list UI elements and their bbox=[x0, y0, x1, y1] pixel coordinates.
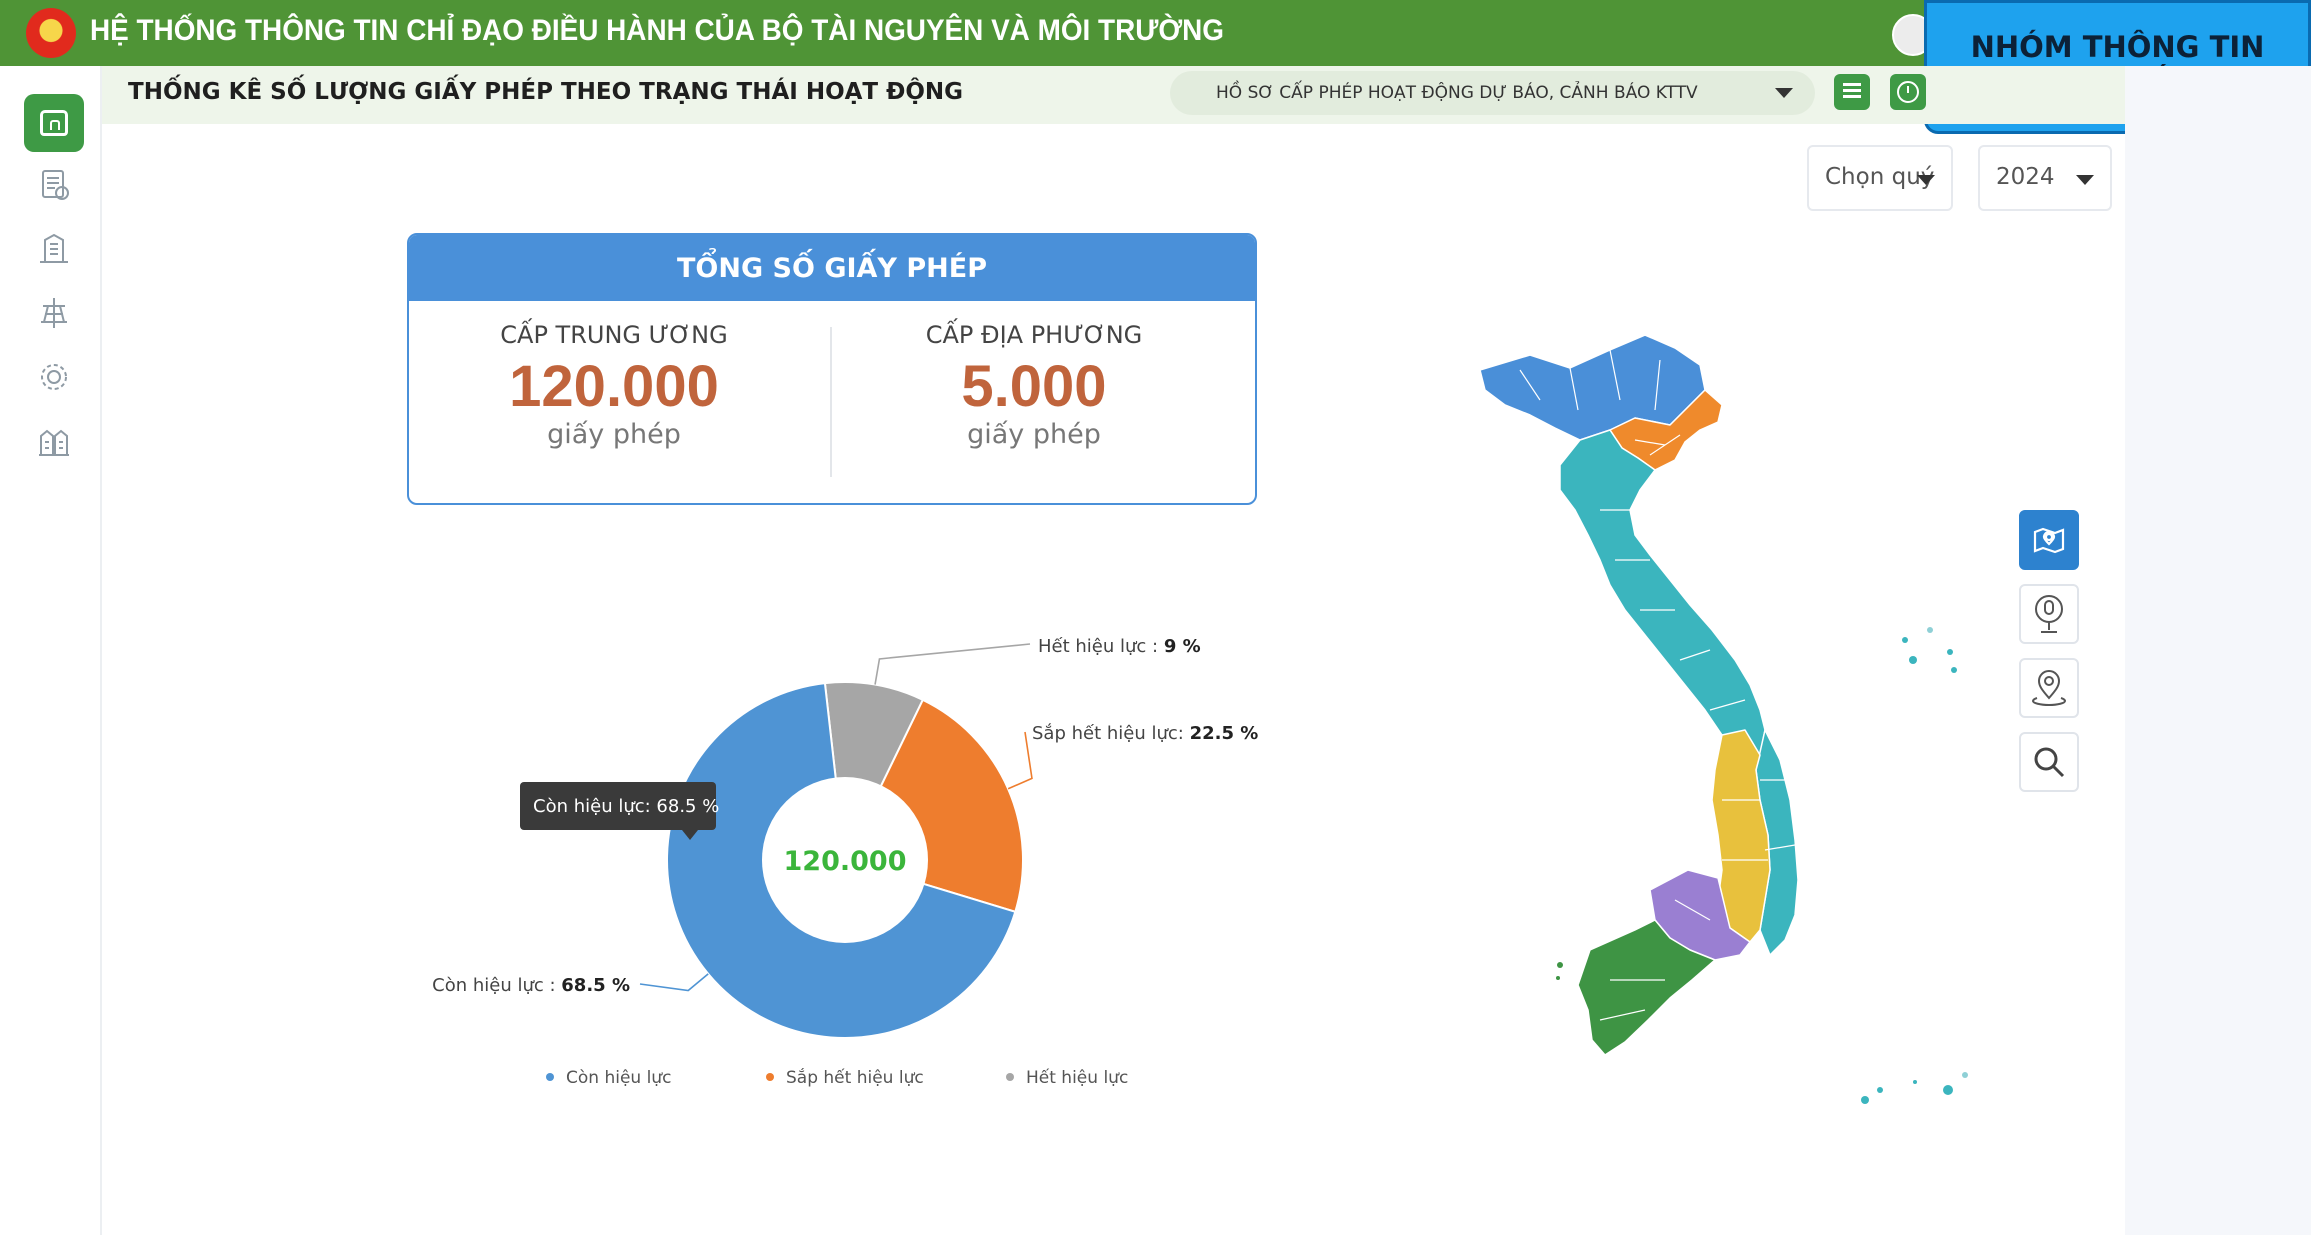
right-gutter bbox=[2125, 66, 2311, 1235]
chart-tooltip-text: Còn hiệu lực: 68.5 % bbox=[533, 796, 719, 817]
island-marker bbox=[1951, 667, 1957, 673]
documents-icon bbox=[42, 170, 69, 200]
sidebar-item-buildings[interactable] bbox=[24, 220, 84, 278]
page-title: THỐNG KÊ SỐ LƯỢNG GIẤY PHÉP THEO TRẠNG T… bbox=[128, 79, 964, 105]
local-level-stat: CẤP ĐỊA PHƯƠNG 5.000 giấy phép bbox=[829, 321, 1239, 450]
history-button[interactable] bbox=[1890, 74, 1926, 110]
chart-tooltip: Còn hiệu lực: 68.5 % bbox=[520, 782, 719, 840]
central-level-unit: giấy phép bbox=[547, 418, 681, 450]
data-label: Hết hiệu lực : 9 % bbox=[1038, 636, 1201, 657]
dataset-select[interactable]: HỒ SƠ CẤP PHÉP HOẠT ĐỘNG DỰ BÁO, CẢNH BÁ… bbox=[1170, 71, 1815, 115]
island-marker bbox=[1947, 649, 1953, 655]
island-marker bbox=[1927, 627, 1933, 633]
mic-pin-icon bbox=[2035, 595, 2063, 633]
map-view-button[interactable] bbox=[2019, 510, 2079, 570]
filter-icon bbox=[1843, 83, 1861, 101]
search-icon bbox=[2034, 747, 2065, 778]
data-label: Còn hiệu lực : 68.5 % bbox=[432, 975, 630, 996]
total-permits-card: TỔNG SỐ GIẤY PHÉP CẤP TRUNG ƯƠNG 120.000… bbox=[407, 233, 1257, 505]
sidebar-item-organization[interactable] bbox=[24, 412, 84, 470]
province-region[interactable] bbox=[1559, 429, 1766, 771]
central-level-label: CẤP TRUNG ƯƠNG bbox=[500, 321, 728, 349]
year-select[interactable]: 2024 bbox=[1978, 145, 2112, 211]
chevron-down-icon bbox=[2076, 175, 2094, 185]
sidebar bbox=[0, 66, 102, 1235]
location-icon bbox=[2031, 670, 2067, 707]
sidebar-item-settings[interactable] bbox=[24, 348, 84, 406]
sidebar-item-documents[interactable] bbox=[24, 156, 84, 214]
gear-icon bbox=[41, 364, 67, 390]
island-marker bbox=[1913, 1080, 1917, 1084]
local-level-value: 5.000 bbox=[961, 354, 1107, 419]
central-level-value: 120.000 bbox=[509, 354, 719, 419]
home-icon bbox=[40, 110, 68, 136]
sidebar-item-home[interactable] bbox=[24, 94, 84, 152]
national-emblem-icon bbox=[26, 8, 76, 58]
clock-icon bbox=[1897, 81, 1919, 103]
year-select-value: 2024 bbox=[1996, 164, 2055, 190]
local-level-label: CẤP ĐỊA PHƯƠNG bbox=[925, 321, 1143, 349]
legend-item[interactable]: Hết hiệu lực bbox=[1026, 1067, 1128, 1088]
legend-item[interactable]: Sắp hết hiệu lực bbox=[786, 1067, 924, 1088]
island-marker bbox=[1557, 962, 1563, 968]
island-marker bbox=[1861, 1096, 1869, 1104]
leader-line bbox=[1007, 731, 1033, 790]
island-marker bbox=[1902, 637, 1908, 643]
sidebar-item-station[interactable] bbox=[24, 284, 84, 342]
sub-header: THỐNG KÊ SỐ LƯỢNG GIẤY PHÉP THEO TRẠNG T… bbox=[100, 66, 2125, 124]
location-button[interactable] bbox=[2019, 658, 2079, 718]
island-marker bbox=[1556, 976, 1560, 980]
central-level-stat: CẤP TRUNG ƯƠNG 120.000 giấy phép bbox=[409, 321, 819, 450]
island-marker bbox=[1877, 1087, 1883, 1093]
leader-line bbox=[874, 643, 1031, 685]
local-level-unit: giấy phép bbox=[967, 418, 1101, 450]
legend-item[interactable]: Còn hiệu lực bbox=[566, 1068, 671, 1088]
legend-marker[interactable] bbox=[1006, 1073, 1014, 1081]
buildings-icon bbox=[40, 233, 68, 263]
chevron-down-icon bbox=[1917, 175, 1935, 185]
total-permits-title: TỔNG SỐ GIẤY PHÉP bbox=[409, 235, 1255, 301]
map-pin-icon bbox=[2033, 527, 2065, 554]
island-marker bbox=[1962, 1072, 1968, 1078]
station-pin-button[interactable] bbox=[2019, 584, 2079, 644]
donut-center-value: 120.000 bbox=[784, 846, 907, 877]
chevron-down-icon bbox=[1775, 88, 1793, 98]
station-icon bbox=[41, 298, 67, 328]
permit-status-donut-chart: 120.000 Còn hiệu lực : 68.5 % Sắp hết hiệ… bbox=[432, 636, 1258, 1088]
app-title: HỆ THỐNG THÔNG TIN CHỈ ĐẠO ĐIỀU HÀNH CỦA… bbox=[90, 14, 1225, 47]
filter-button[interactable] bbox=[1834, 74, 1870, 110]
legend-marker[interactable] bbox=[766, 1073, 774, 1081]
map-search-button[interactable] bbox=[2019, 732, 2079, 792]
quarter-select[interactable]: Chọn quý bbox=[1807, 145, 1953, 211]
island-marker bbox=[1909, 656, 1917, 664]
organization-icon bbox=[39, 429, 69, 456]
dataset-select-value: HỒ SƠ CẤP PHÉP HOẠT ĐỘNG DỰ BÁO, CẢNH BÁ… bbox=[1216, 83, 1698, 103]
vietnam-map[interactable] bbox=[1460, 330, 1980, 1120]
island-marker bbox=[1943, 1085, 1953, 1095]
data-label: Sắp hết hiệu lực: 22.5 % bbox=[1032, 723, 1258, 744]
leader-line bbox=[639, 973, 709, 992]
legend-marker[interactable] bbox=[546, 1073, 554, 1081]
